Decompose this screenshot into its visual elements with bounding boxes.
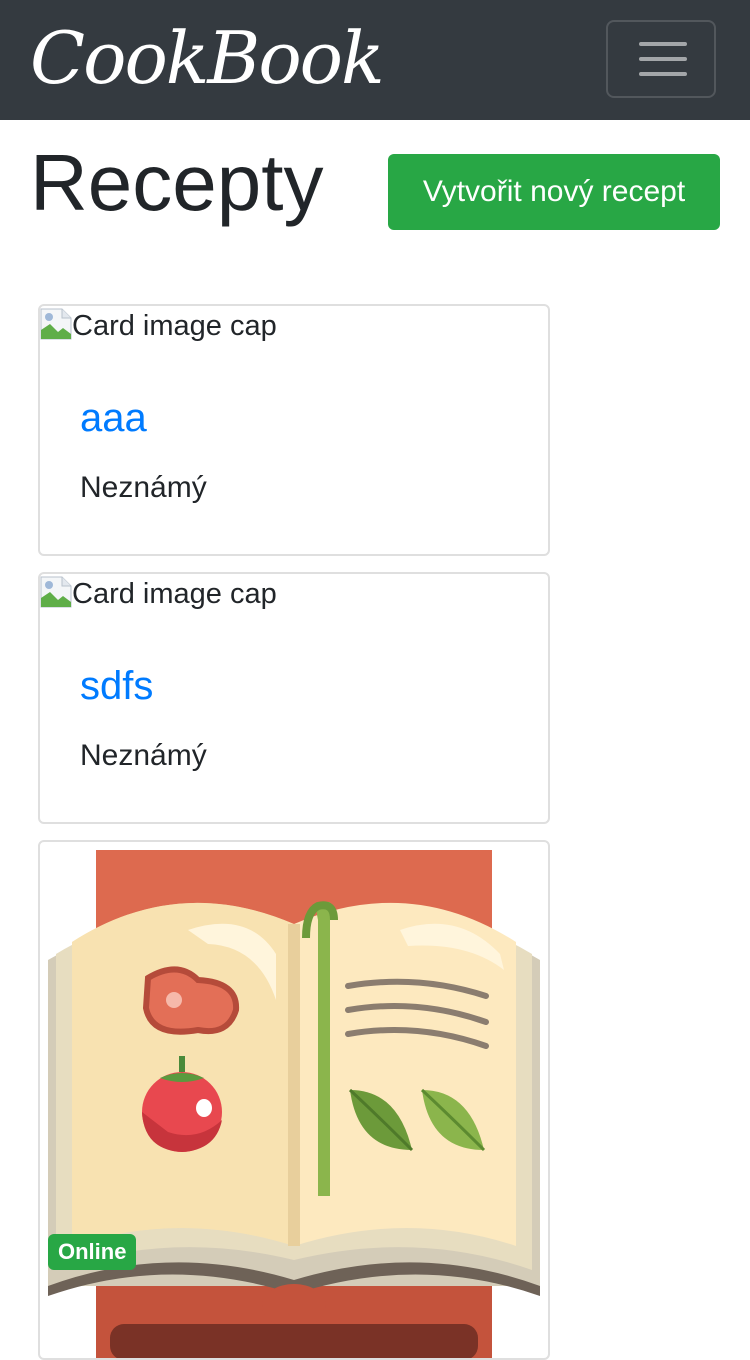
recipe-card: Card image cap aaa Neznámý — [38, 304, 550, 556]
brand-logo[interactable]: CookBook — [30, 12, 385, 104]
hamburger-menu-icon — [639, 42, 687, 46]
card-image: Card image cap — [40, 574, 277, 614]
recipe-card: Online — [38, 840, 550, 1360]
navbar: CookBook — [0, 0, 750, 120]
cookbook-illustration-icon[interactable] — [48, 850, 540, 1360]
card-image-alt-text: Card image cap — [72, 310, 277, 342]
recipe-author: Neznámý — [80, 471, 207, 504]
recipe-author: Neznámý — [80, 739, 207, 772]
broken-image-icon — [40, 576, 72, 608]
create-recipe-button[interactable]: Vytvořit nový recept — [388, 154, 720, 230]
hamburger-menu-icon-bar — [639, 72, 687, 76]
recipe-title-link[interactable]: aaa — [80, 394, 147, 442]
recipe-card: Card image cap sdfs Neznámý — [38, 572, 550, 824]
recipe-title-link[interactable]: sdfs — [80, 662, 153, 710]
hamburger-menu-icon-bar — [639, 57, 687, 61]
card-image: Card image cap — [40, 306, 277, 346]
online-status-badge: Online — [48, 1234, 137, 1270]
page-title: Recepty — [30, 138, 324, 227]
broken-image-icon — [40, 308, 72, 340]
card-image-alt-text: Card image cap — [72, 578, 277, 610]
navbar-toggler-button[interactable] — [606, 20, 716, 98]
